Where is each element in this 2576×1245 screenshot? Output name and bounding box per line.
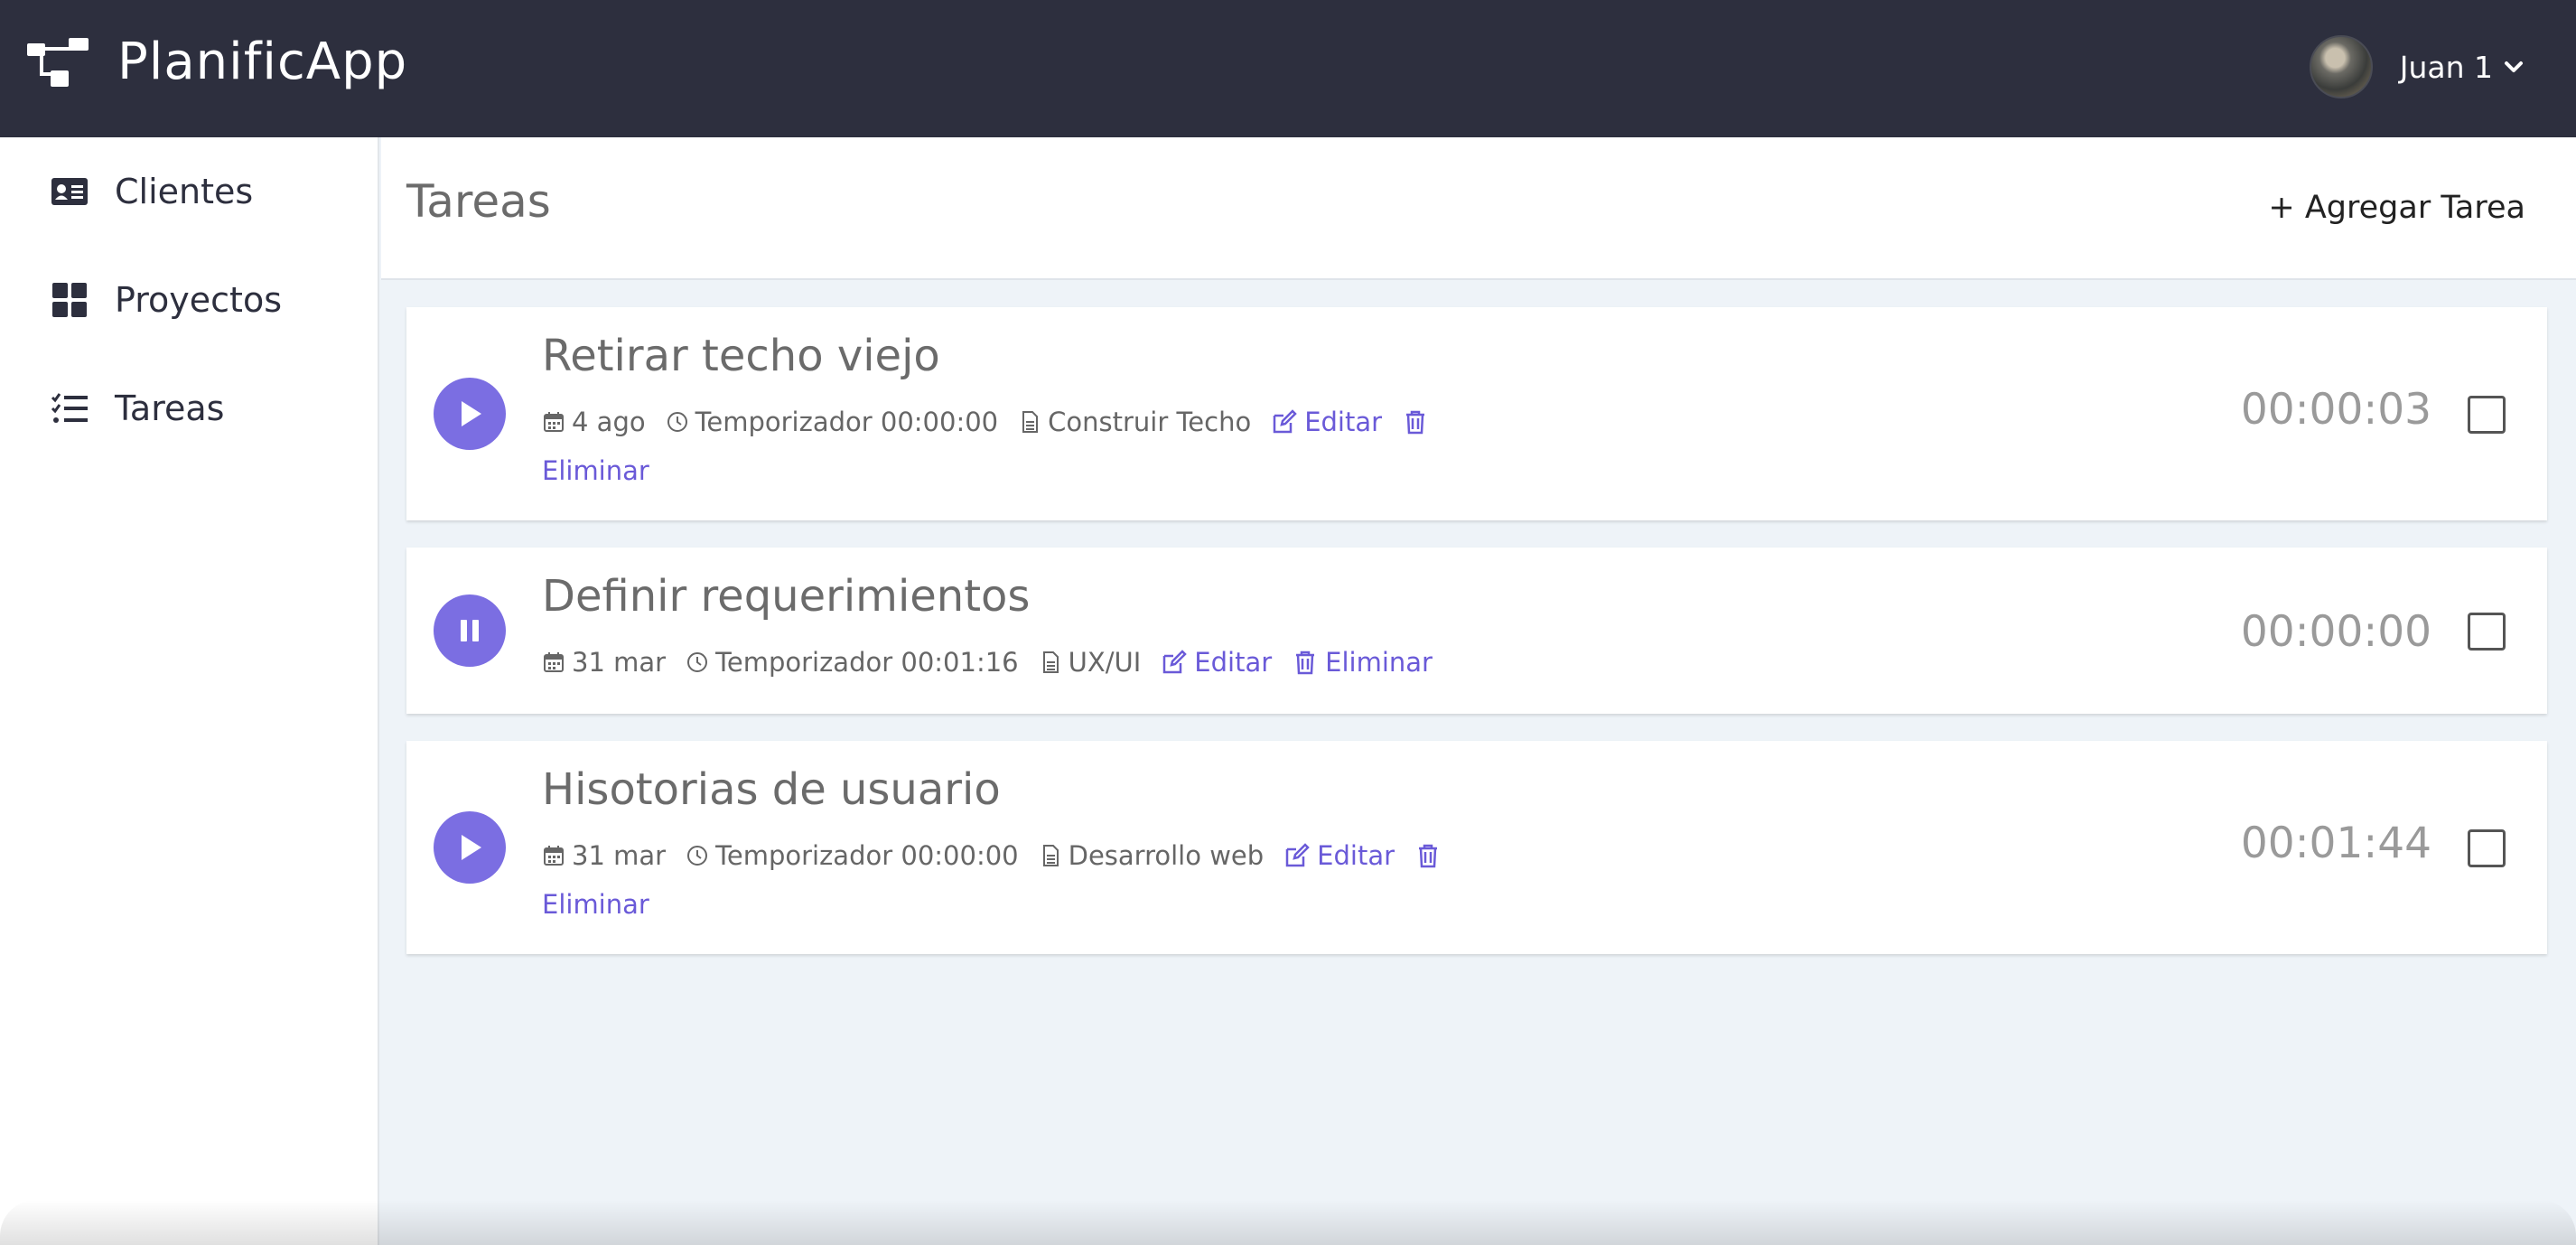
trash-icon[interactable] <box>1414 842 1442 869</box>
edit-link[interactable]: Editar <box>1271 407 1382 437</box>
page-title: Tareas <box>406 175 551 228</box>
edit-label[interactable]: Editar <box>1304 407 1382 437</box>
avatar[interactable] <box>2309 35 2373 98</box>
task-card: Definir requerimientos 31 mar Temporizad… <box>406 548 2547 714</box>
file-icon <box>1042 651 1059 673</box>
edit-link[interactable]: Editar <box>1283 840 1395 871</box>
task-date: 31 mar <box>542 647 666 678</box>
task-project: Construir Techo <box>1018 407 1251 437</box>
delete-link[interactable]: Eliminar <box>542 889 649 920</box>
task-timer-text: Temporizador 00:00:00 <box>715 840 1019 871</box>
edit-label[interactable]: Editar <box>1194 647 1272 678</box>
sidebar-item-tareas[interactable]: Tareas <box>50 388 224 428</box>
edit-label[interactable]: Editar <box>1317 840 1395 871</box>
edit-icon <box>1273 409 1297 434</box>
window-bottom-shadow <box>0 1200 2576 1245</box>
edit-icon <box>1163 650 1188 674</box>
sidebar-item-proyectos[interactable]: Proyectos <box>50 280 282 320</box>
task-meta: 4 ago Temporizador 00:00:00 Construir Te… <box>542 407 1455 437</box>
clock-icon <box>687 652 708 672</box>
play-button[interactable] <box>434 811 506 884</box>
pause-button[interactable] <box>434 594 506 667</box>
file-icon <box>1042 845 1059 866</box>
task-timer-text: Temporizador 00:01:16 <box>715 647 1019 678</box>
delete-button[interactable] <box>1414 842 1448 869</box>
delete-link[interactable]: Eliminar <box>542 455 649 486</box>
task-meta: 31 mar Temporizador 00:00:00 Desarrollo … <box>542 840 1468 871</box>
task-elapsed: 00:00:00 <box>2240 607 2431 657</box>
clock-icon <box>667 412 687 432</box>
clock-icon <box>687 846 708 866</box>
calendar-icon <box>544 652 564 672</box>
top-navbar: PlanificApp Juan 1 <box>0 0 2576 137</box>
calendar-icon <box>544 846 564 866</box>
sidebar-item-label: Proyectos <box>115 280 282 320</box>
task-date-text: 4 ago <box>572 407 646 437</box>
sidebar-item-label: Clientes <box>115 172 254 211</box>
task-title: Retirar techo viejo <box>542 331 940 381</box>
file-icon <box>1022 411 1039 433</box>
task-project: Desarrollo web <box>1039 840 1265 871</box>
task-elapsed: 00:00:03 <box>2240 385 2431 435</box>
task-title: Hisotorias de usuario <box>542 764 1001 815</box>
calendar-icon <box>544 412 564 432</box>
tasks-icon <box>51 393 88 423</box>
trash-icon <box>1296 651 1315 675</box>
play-button[interactable] <box>434 378 506 450</box>
task-date: 31 mar <box>542 840 666 871</box>
play-icon <box>462 401 481 426</box>
sidebar: Clientes Proyectos Tareas <box>0 137 379 1245</box>
user-name[interactable]: Juan 1 <box>2400 50 2493 85</box>
edit-icon <box>1285 843 1310 867</box>
chevron-down-icon[interactable] <box>2504 57 2524 77</box>
task-card: Hisotorias de usuario 31 mar Temporizado… <box>406 741 2547 954</box>
pause-icon <box>461 620 479 641</box>
delete-label[interactable]: Eliminar <box>1325 647 1433 678</box>
task-project-text: UX/UI <box>1068 647 1142 678</box>
task-project-text: Desarrollo web <box>1068 840 1265 871</box>
edit-link[interactable]: Editar <box>1161 647 1272 678</box>
play-icon <box>462 835 481 860</box>
task-timer-text: Temporizador 00:00:00 <box>695 407 999 437</box>
sidebar-item-label: Tareas <box>115 388 225 428</box>
task-timer: Temporizador 00:00:00 <box>666 407 999 437</box>
task-timer: Temporizador 00:01:16 <box>686 647 1019 678</box>
task-project-text: Construir Techo <box>1048 407 1252 437</box>
task-elapsed: 00:01:44 <box>2240 819 2431 868</box>
app-logo-icon <box>27 38 89 87</box>
task-meta: 31 mar Temporizador 00:01:16 UX/UI Edita… <box>542 647 1452 678</box>
task-timer: Temporizador 00:00:00 <box>686 840 1019 871</box>
delete-link[interactable]: Eliminar <box>1292 647 1433 678</box>
app-title[interactable]: PlanificApp <box>117 33 407 91</box>
page-header: Tareas + Agregar Tarea <box>381 137 2576 280</box>
task-date: 4 ago <box>542 407 646 437</box>
grid-icon <box>52 283 87 317</box>
sidebar-item-clientes[interactable]: Clientes <box>50 172 253 211</box>
task-date-text: 31 mar <box>572 840 667 871</box>
add-task-button[interactable]: + Agregar Tarea <box>2268 190 2525 226</box>
task-checkbox[interactable] <box>2468 613 2506 651</box>
task-date-text: 31 mar <box>572 647 667 678</box>
task-card: Retirar techo viejo 4 ago Temporizador 0… <box>406 307 2547 520</box>
task-checkbox[interactable] <box>2468 829 2506 867</box>
user-menu[interactable]: Juan 1 <box>2309 34 2524 99</box>
task-checkbox[interactable] <box>2468 396 2506 434</box>
task-title: Definir requerimientos <box>542 571 1031 622</box>
trash-icon[interactable] <box>1402 408 1429 435</box>
id-card-icon <box>51 178 88 205</box>
delete-button[interactable] <box>1402 408 1435 435</box>
task-project: UX/UI <box>1039 647 1142 678</box>
